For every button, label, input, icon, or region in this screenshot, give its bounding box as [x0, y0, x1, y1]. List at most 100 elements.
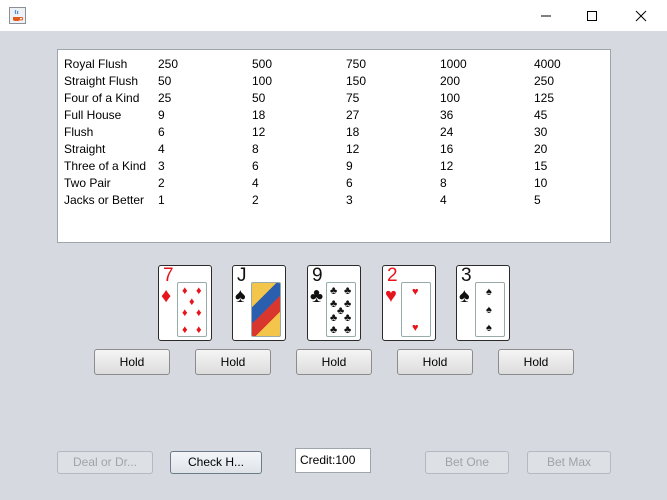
- card-pip-icon: ♦: [182, 324, 188, 336]
- card-face: ♣ ♣ ♣ ♣ ♣ ♣ ♣ ♣ ♣: [326, 282, 356, 337]
- card-rank: 9: [312, 265, 323, 286]
- paytable-payout: 50: [252, 91, 266, 105]
- paytable-payout: 9: [346, 159, 353, 173]
- card-pip-icon: ♦: [196, 324, 202, 336]
- maximize-button[interactable]: [569, 0, 615, 31]
- paytable-payout: 4: [252, 176, 259, 190]
- paytable-payout: 2: [252, 193, 259, 207]
- paytable-payout: 1000: [440, 57, 467, 71]
- card-suit-icon: ♣: [310, 285, 324, 307]
- deal-or-draw-button[interactable]: Deal or Dr...: [57, 451, 153, 474]
- paytable-payout: 10: [534, 176, 548, 190]
- paytable-payout: 100: [252, 74, 273, 88]
- hold-button[interactable]: Hold: [94, 349, 170, 375]
- card-pip-icon: ♠: [486, 286, 492, 298]
- card-face: ♠ ♠ ♠: [475, 282, 505, 337]
- card-pip-icon: ♦: [196, 307, 202, 319]
- credit-display: Credit:100: [295, 448, 371, 473]
- paytable-payout: 500: [252, 57, 273, 71]
- card-pip-icon: ♠: [486, 322, 492, 334]
- paytable-payout: 36: [440, 108, 454, 122]
- bet-max-button[interactable]: Bet Max: [527, 451, 611, 474]
- paytable-payout: 250: [158, 57, 179, 71]
- paytable-payout: 3: [158, 159, 165, 173]
- card-pip-icon: ♣: [344, 324, 352, 336]
- card-pip-icon: ♣: [344, 285, 352, 297]
- paytable-payout: 6: [252, 159, 259, 173]
- paytable-payout: 45: [534, 108, 548, 122]
- paytable-payout: 30: [534, 125, 548, 139]
- paytable-payout: 4: [440, 193, 447, 207]
- paytable-payout: 20: [534, 142, 548, 156]
- playing-card[interactable]: 2 ♥ ♥ ♥: [382, 265, 436, 341]
- card-pip-icon: ♥: [412, 286, 419, 298]
- card-suit-icon: ♠: [459, 285, 470, 307]
- card-pip-icon: ♦: [182, 285, 188, 297]
- paytable-payout: 50: [158, 74, 172, 88]
- paytable-hand-name: Full House: [64, 108, 122, 122]
- card-pip-icon: ♣: [330, 312, 338, 324]
- paytable-payout: 8: [440, 176, 447, 190]
- playing-card[interactable]: J ♠: [232, 265, 286, 341]
- paytable-hand-name: Flush: [64, 125, 94, 139]
- card-pip-icon: ♦: [182, 307, 188, 319]
- paytable-payout: 25: [158, 91, 172, 105]
- paytable-payout: 18: [346, 125, 360, 139]
- close-icon: [635, 10, 647, 22]
- card-pip-icon: ♦: [189, 296, 195, 308]
- paytable-payout: 6: [158, 125, 165, 139]
- hold-button[interactable]: Hold: [195, 349, 271, 375]
- jack-face-icon: [251, 282, 281, 337]
- card-suit-icon: ♥: [385, 285, 397, 307]
- paytable-payout: 1: [158, 193, 165, 207]
- paytable-payout: 3: [346, 193, 353, 207]
- paytable-payout: 27: [346, 108, 360, 122]
- hold-button[interactable]: Hold: [397, 349, 473, 375]
- paytable-payout: 5: [534, 193, 541, 207]
- paytable-hand-name: Two Pair: [64, 176, 111, 190]
- bet-one-button[interactable]: Bet One: [425, 451, 509, 474]
- paytable-payout: 4000: [534, 57, 561, 71]
- paytable-payout: 12: [346, 142, 360, 156]
- paytable-hand-name: Jacks or Better: [64, 193, 145, 207]
- card-face: ♦ ♦ ♦ ♦ ♦ ♦ ♦: [177, 282, 207, 337]
- hold-button[interactable]: Hold: [296, 349, 372, 375]
- paytable-payout: 250: [534, 74, 555, 88]
- playing-card[interactable]: 7 ♦ ♦ ♦ ♦ ♦ ♦ ♦ ♦: [158, 265, 212, 341]
- paytable-hand-name: Straight Flush: [64, 74, 139, 88]
- maximize-icon: [587, 11, 597, 21]
- card-pip-icon: ♣: [344, 298, 352, 310]
- paytable-hand-name: Four of a Kind: [64, 91, 140, 105]
- paytable-payout: 150: [346, 74, 367, 88]
- minimize-icon: [541, 15, 551, 17]
- title-bar: [0, 0, 667, 31]
- hold-button[interactable]: Hold: [498, 349, 574, 375]
- paytable-hand-name: Royal Flush: [64, 57, 128, 71]
- card-pip-icon: ♥: [412, 322, 419, 334]
- paytable-payout: 4: [158, 142, 165, 156]
- close-button[interactable]: [618, 0, 664, 31]
- card-rank: 2: [387, 265, 398, 286]
- card-face: ♥ ♥: [401, 282, 431, 337]
- paytable-payout: 750: [346, 57, 367, 71]
- paytable-payout: 6: [346, 176, 353, 190]
- card-suit-icon: ♦: [161, 285, 172, 307]
- card-rank: 7: [163, 265, 174, 286]
- paytable: Royal Flush 250 500 750 1000 4000 Straight Flu…: [57, 49, 611, 243]
- paytable-payout: 16: [440, 142, 454, 156]
- playing-card[interactable]: 9 ♣ ♣ ♣ ♣ ♣ ♣ ♣ ♣ ♣ ♣: [307, 265, 361, 341]
- paytable-payout: 200: [440, 74, 461, 88]
- paytable-payout: 8: [252, 142, 259, 156]
- card-pip-icon: ♣: [330, 285, 338, 297]
- paytable-payout: 12: [252, 125, 266, 139]
- check-hand-button[interactable]: Check H...: [170, 451, 262, 474]
- minimize-button[interactable]: [523, 0, 569, 31]
- paytable-payout: 100: [440, 91, 461, 105]
- paytable-hand-name: Straight: [64, 142, 106, 156]
- paytable-payout: 125: [534, 91, 555, 105]
- card-pip-icon: ♣: [344, 312, 352, 324]
- paytable-payout: 24: [440, 125, 454, 139]
- playing-card[interactable]: 3 ♠ ♠ ♠ ♠: [456, 265, 510, 341]
- card-suit-icon: ♠: [235, 285, 246, 307]
- paytable-payout: 9: [158, 108, 165, 122]
